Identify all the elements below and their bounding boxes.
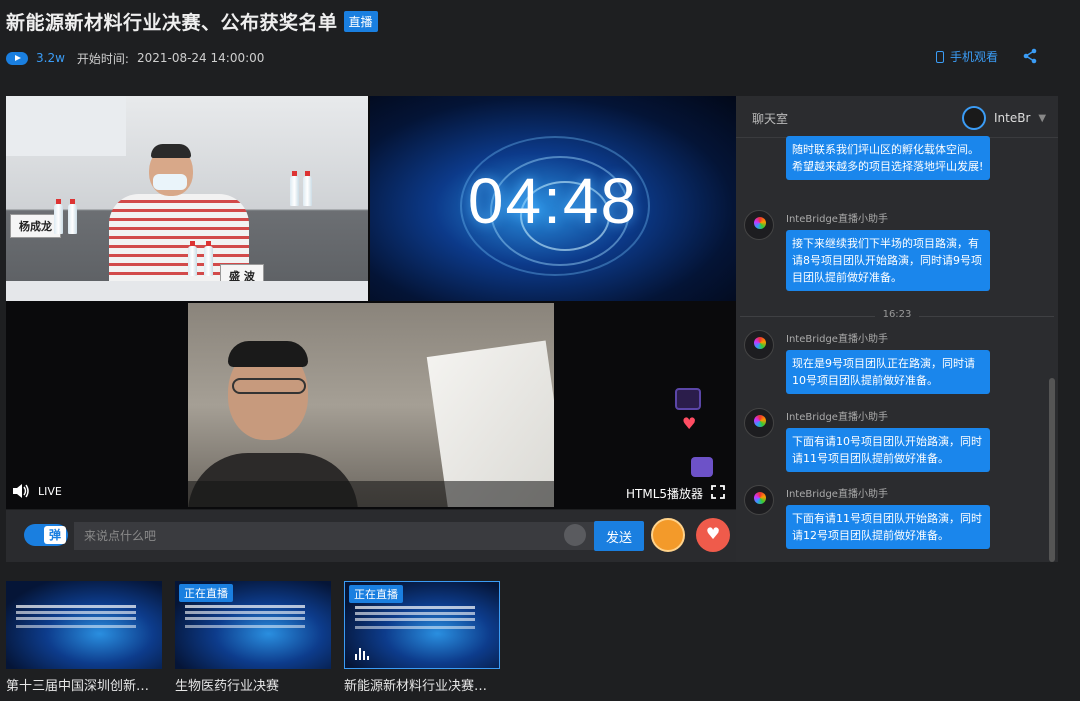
speaker-icon[interactable]: [12, 484, 30, 498]
like-icon[interactable]: ♥: [696, 518, 730, 552]
emoji-icon[interactable]: [564, 524, 586, 546]
play-count-icon: [6, 51, 28, 65]
mobile-watch-label: 手机观看: [950, 50, 999, 64]
time-separator: 16:23: [736, 309, 1058, 320]
thumbnail-text: [16, 605, 136, 608]
water-bottle: [68, 199, 77, 234]
live-now-badge: 正在直播: [349, 585, 403, 603]
water-bottle: [188, 241, 197, 276]
view-count: 3.2w: [36, 51, 65, 65]
live-now-badge: 正在直播: [179, 584, 233, 602]
tv-icon[interactable]: [691, 457, 713, 477]
avatar: [744, 485, 774, 515]
danmu-label: 弹: [44, 526, 66, 544]
fullscreen-icon[interactable]: [711, 485, 725, 499]
thumbnail-text: [355, 606, 475, 609]
video-tile-conference: 杨成龙 盛 波: [6, 96, 368, 301]
speaker-figure: [101, 124, 251, 289]
comment-bar: 弹 发送 ♥: [6, 510, 736, 562]
chat-scrollbar[interactable]: [1049, 378, 1055, 562]
message-bubble: 下面有请11号项目团队开始路演，同时请12号项目团队提前做好准备。: [786, 505, 990, 549]
water-bottle: [204, 241, 213, 276]
heart-icon[interactable]: ♥: [682, 414, 696, 433]
start-time-value: 2021-08-24 14:00:00: [136, 51, 265, 65]
message-bubble: 现在是9号项目团队正在路演，同时请10号项目团队提前做好准备。: [786, 350, 990, 394]
video-tile-presenter: [188, 303, 554, 507]
chevron-down-icon: ▼: [1038, 112, 1047, 124]
now-playing-icon: [355, 648, 369, 660]
video-tile-countdown: 04:48: [370, 96, 736, 301]
chat-header: 聊天室 InteBr ▼: [736, 96, 1058, 138]
phone-icon: [936, 50, 944, 63]
related-video-title[interactable]: 生物医药行业决赛: [175, 675, 331, 694]
live-label: LIVE: [38, 484, 62, 498]
meta-row: 3.2w 开始时间: 2021-08-24 14:00:00: [6, 49, 264, 67]
related-video-item[interactable]: 正在直播 新能源新材料行业决赛…: [344, 581, 500, 694]
page-title: 新能源新材料行业决赛、公布获奖名单: [6, 11, 338, 34]
tv-icon[interactable]: [675, 388, 701, 410]
video-thumbnail[interactable]: 正在直播: [344, 581, 500, 669]
water-bottle: [303, 171, 312, 206]
water-bottle: [290, 171, 299, 206]
player-name: HTML5播放器: [626, 487, 704, 501]
avatar: [744, 408, 774, 438]
mobile-watch-link[interactable]: 手机观看: [936, 48, 998, 65]
related-video-item[interactable]: 正在直播 生物医药行业决赛: [175, 581, 331, 694]
live-indicator: LIVE: [12, 484, 62, 498]
video-thumbnail[interactable]: 正在直播: [175, 581, 331, 669]
countdown-timer: 04:48: [467, 165, 639, 237]
avatar: [744, 330, 774, 360]
message-bubble: 接下来继续我们下半场的项目路演，有请8号项目团队开始路演，同时请9号项目团队提前…: [786, 230, 990, 291]
message-author: InteBridge直播小助手: [786, 489, 888, 500]
related-video-title[interactable]: 新能源新材料行业决赛…: [344, 675, 500, 694]
message-author: InteBridge直播小助手: [786, 412, 888, 423]
share-icon[interactable]: [1022, 48, 1038, 64]
water-bottle: [54, 199, 63, 234]
start-time-label: 开始时间:: [76, 51, 129, 66]
message-bubble: 随时联系我们坪山区的孵化载体空间。希望越来越多的项目选择落地坪山发展!: [786, 136, 990, 180]
username: InteBr: [994, 111, 1031, 125]
message-author: InteBridge直播小助手: [786, 334, 888, 345]
related-video-title[interactable]: 第十三届中国深圳创新…: [6, 675, 162, 694]
comment-input[interactable]: [74, 522, 594, 550]
title-row: 新能源新材料行业决赛、公布获奖名单 直播: [6, 8, 378, 34]
chat-title: 聊天室: [752, 112, 789, 126]
message-author: InteBridge直播小助手: [786, 214, 888, 225]
gift-icon[interactable]: [651, 518, 685, 552]
message-bubble: 下面有请10号项目团队开始路演，同时请11号项目团队提前做好准备。: [786, 428, 990, 472]
live-badge: 直播: [343, 10, 378, 32]
video-player[interactable]: 杨成龙 盛 波 04:48 ♥ LIVE HTML5播放器: [6, 96, 736, 509]
danmu-toggle[interactable]: 弹: [24, 524, 68, 546]
presenter-hair: [228, 341, 308, 367]
avatar: [744, 210, 774, 240]
video-thumbnail[interactable]: [6, 581, 162, 669]
presenter-glasses: [232, 378, 306, 394]
related-video-item[interactable]: 第十三届中国深圳创新…: [6, 581, 162, 694]
avatar: [962, 106, 986, 130]
thumbnail-text: [185, 605, 305, 608]
user-menu[interactable]: InteBr ▼: [962, 106, 1046, 130]
chat-room: 聊天室 InteBr ▼ 随时联系我们坪山区的孵化载体空间。希望越来越多的项目选…: [736, 96, 1058, 562]
send-button[interactable]: 发送: [594, 521, 644, 551]
